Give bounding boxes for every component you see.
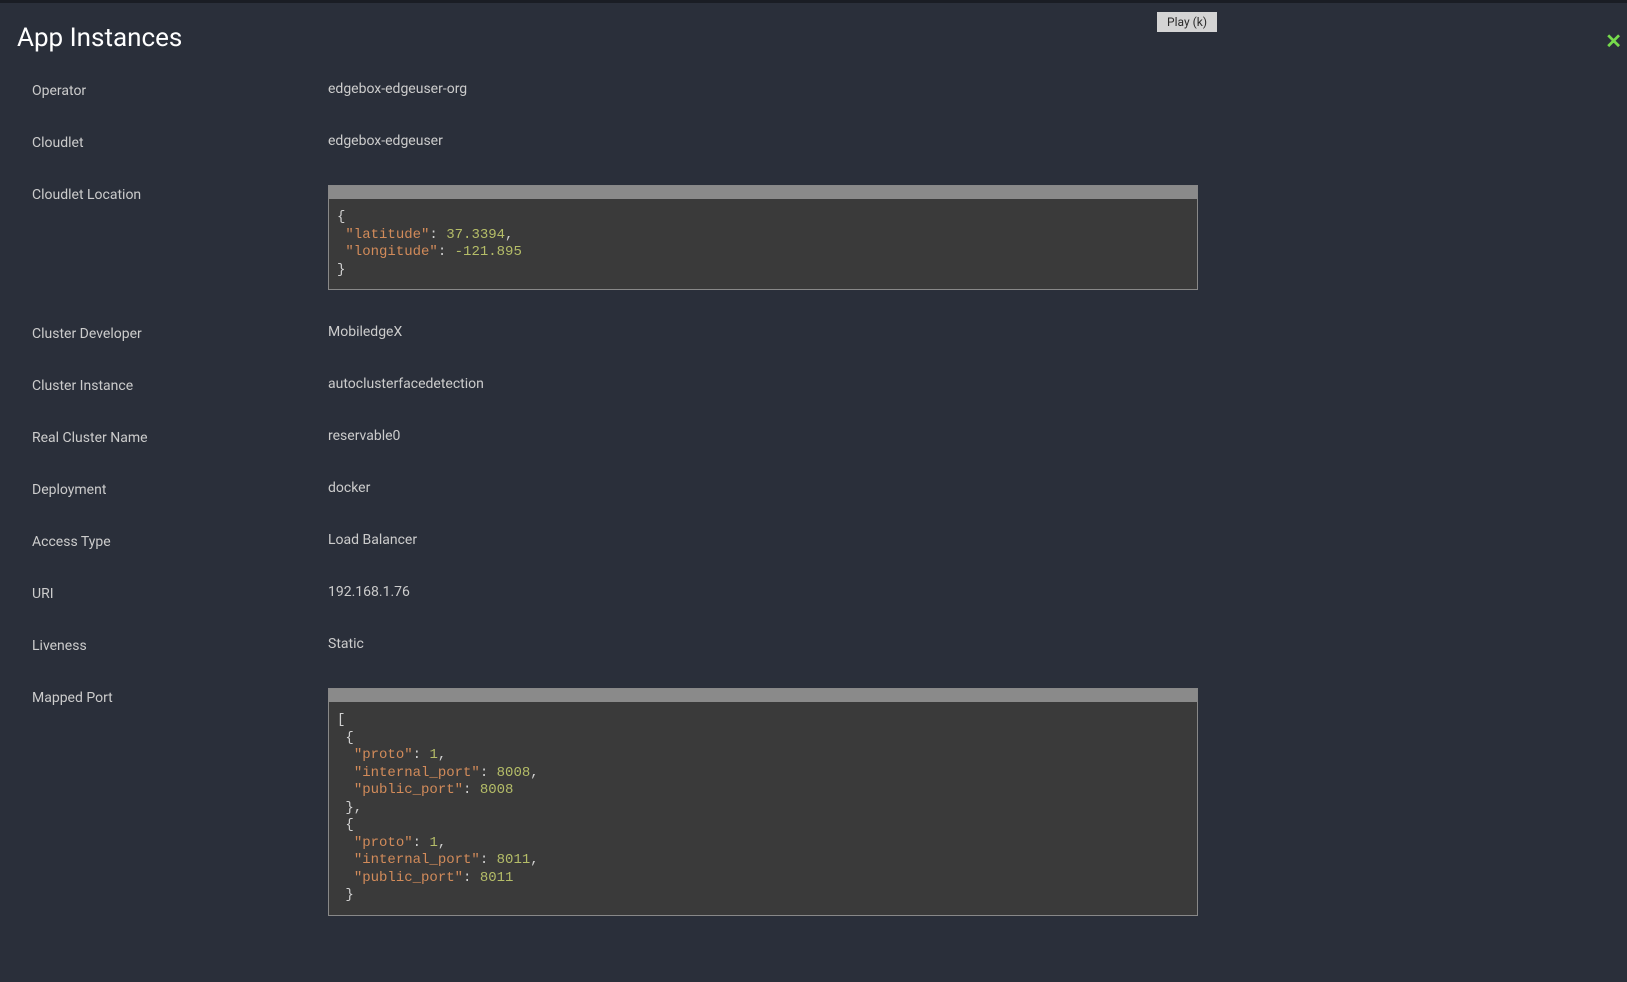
value-operator: edgebox-edgeuser-org (328, 81, 467, 97)
field-liveness: Liveness Static (32, 636, 1595, 654)
label-cluster-instance: Cluster Instance (32, 376, 328, 394)
field-cloudlet-location: Cloudlet Location { "latitude": 37.3394,… (32, 185, 1595, 290)
label-cluster-developer: Cluster Developer (32, 324, 328, 342)
value-cluster-developer: MobiledgeX (328, 324, 402, 340)
field-cloudlet: Cloudlet edgebox-edgeuser (32, 133, 1595, 151)
field-access-type: Access Type Load Balancer (32, 532, 1595, 550)
field-deployment: Deployment docker (32, 480, 1595, 498)
value-liveness: Static (328, 636, 364, 652)
value-deployment: docker (328, 480, 370, 496)
value-cloudlet: edgebox-edgeuser (328, 133, 443, 149)
play-button[interactable]: Play (k) (1157, 12, 1217, 32)
label-access-type: Access Type (32, 532, 328, 550)
code-cloudlet-location: { "latitude": 37.3394, "longitude": -121… (328, 185, 1198, 290)
value-access-type: Load Balancer (328, 532, 417, 548)
label-cloudlet: Cloudlet (32, 133, 328, 151)
page-title: App Instances (17, 23, 1595, 53)
label-deployment: Deployment (32, 480, 328, 498)
label-liveness: Liveness (32, 636, 328, 654)
label-uri: URI (32, 584, 328, 602)
code-mapped-port: [ { "proto": 1, "internal_port": 8008, "… (328, 688, 1198, 916)
label-operator: Operator (32, 81, 328, 99)
field-mapped-port: Mapped Port [ { "proto": 1, "internal_po… (32, 688, 1595, 916)
label-cloudlet-location: Cloudlet Location (32, 185, 328, 203)
field-uri: URI 192.168.1.76 (32, 584, 1595, 602)
value-uri: 192.168.1.76 (328, 584, 410, 600)
label-mapped-port: Mapped Port (32, 688, 328, 706)
value-cluster-instance: autoclusterfacedetection (328, 376, 484, 392)
field-operator: Operator edgebox-edgeuser-org (32, 81, 1595, 99)
label-real-cluster-name: Real Cluster Name (32, 428, 328, 446)
close-icon: ✕ (1605, 31, 1622, 53)
value-real-cluster-name: reservable0 (328, 428, 400, 444)
field-cluster-developer: Cluster Developer MobiledgeX (32, 324, 1595, 342)
field-cluster-instance: Cluster Instance autoclusterfacedetectio… (32, 376, 1595, 394)
field-real-cluster-name: Real Cluster Name reservable0 (32, 428, 1595, 446)
close-button[interactable]: ✕ (1605, 32, 1622, 52)
